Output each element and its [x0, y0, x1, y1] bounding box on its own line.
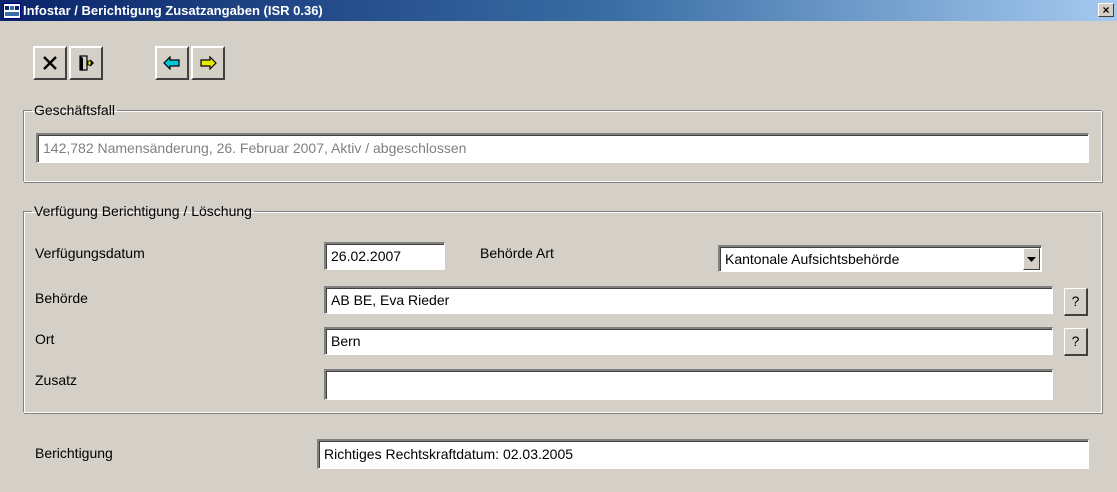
- behoerde-label: Behörde: [35, 290, 88, 306]
- arrow-left-icon: [163, 56, 180, 70]
- x-icon: [43, 56, 57, 70]
- next-button[interactable]: [191, 46, 225, 80]
- cancel-button[interactable]: [33, 46, 67, 80]
- dropdown-button[interactable]: [1023, 248, 1040, 270]
- verfuegung-legend: Verfügung Berichtigung / Löschung: [34, 203, 252, 219]
- behoerde-art-select[interactable]: Kantonale Aufsichtsbehörde: [718, 245, 1042, 272]
- app-icon[interactable]: [3, 3, 21, 19]
- exit-door-icon: [79, 55, 94, 71]
- zusatz-field[interactable]: [324, 369, 1053, 400]
- previous-button[interactable]: [155, 46, 189, 80]
- geschaeftsfall-legend: Geschäftsfall: [34, 102, 115, 118]
- exit-button[interactable]: [69, 46, 103, 80]
- berichtigung-field[interactable]: Richtiges Rechtskraftdatum: 02.03.2005: [317, 439, 1089, 469]
- close-button[interactable]: ×: [1098, 3, 1114, 17]
- ort-help-button[interactable]: ?: [1064, 328, 1088, 356]
- berichtigung-label: Berichtigung: [35, 445, 113, 461]
- ort-field[interactable]: Bern: [324, 327, 1053, 355]
- behoerde-art-label: Behörde Art: [480, 245, 554, 261]
- window-title: Infostar / Berichtigung Zusatzangaben (I…: [23, 3, 323, 18]
- zusatz-label: Zusatz: [35, 372, 78, 388]
- behoerde-art-value: Kantonale Aufsichtsbehörde: [725, 251, 900, 267]
- title-bar: Infostar / Berichtigung Zusatzangaben (I…: [0, 0, 1117, 21]
- verfuegungsdatum-label: Verfügungsdatum: [35, 245, 145, 261]
- behoerde-help-button[interactable]: ?: [1064, 288, 1088, 316]
- verfuegungsdatum-field[interactable]: 26.02.2007: [324, 242, 445, 270]
- behoerde-field[interactable]: AB BE, Eva Rieder: [324, 286, 1053, 314]
- geschaeftsfall-field[interactable]: 142,782 Namensänderung, 26. Februar 2007…: [36, 133, 1089, 163]
- chevron-down-icon: [1027, 256, 1036, 262]
- ort-label: Ort: [35, 331, 55, 347]
- close-icon: ×: [1102, 3, 1110, 17]
- arrow-right-icon: [200, 56, 217, 70]
